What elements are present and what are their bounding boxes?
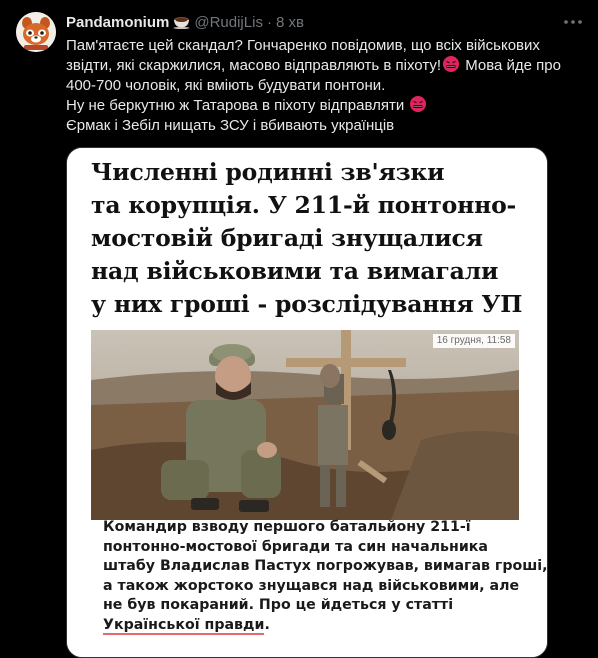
tweet[interactable]: Pandamonium @RudijLis · 8 хв Пам'ятаєте … xyxy=(0,0,598,658)
article-screenshot: Численні родинні зв'язки та корупція. У … xyxy=(67,148,548,657)
article-caption: Командир взводу першого батальйону 211-ї… xyxy=(103,518,548,635)
caption-line: Командир взводу першого батальйону 211-ї xyxy=(103,519,471,535)
headline-line: та корупція. У 211-й понтонно- xyxy=(91,191,517,219)
separator-dot: · xyxy=(266,13,272,31)
red-panda-avatar-icon xyxy=(16,12,56,52)
headline-line: Численні родинні зв'язки xyxy=(91,158,445,186)
tweet-text-line: Ну не беркутню ж Татарова в піхоту відпр… xyxy=(66,96,586,116)
tweet-header: Pandamonium @RudijLis · 8 хв xyxy=(66,12,304,32)
headline-line: у них гроші - розслідування УП xyxy=(91,290,523,318)
caption-line: штабу Владислав Пастух погрожував, вимаг… xyxy=(103,558,548,574)
tweet-text-line: звідти, які скаржилися, масово відправля… xyxy=(66,56,561,74)
user-handle[interactable]: @RudijLis xyxy=(194,14,263,31)
headline-line: мостовій бригаді знущалися xyxy=(91,224,483,252)
display-name[interactable]: Pandamonium xyxy=(66,14,169,31)
angry-face-emoji-icon xyxy=(410,96,427,112)
caption-line: Української правди. xyxy=(103,616,270,635)
article-headline: Численні родинні зв'язки та корупція. У … xyxy=(91,156,531,321)
timestamp[interactable]: 8 хв xyxy=(276,14,304,31)
article-photo: 16 грудня, 11:58 xyxy=(91,330,519,520)
caption-line: понтонно-мостової бригади та син начальн… xyxy=(103,538,488,555)
more-options-button[interactable] xyxy=(562,12,584,32)
caption-line: не був покараний. Про це йдеться у статт… xyxy=(103,597,454,613)
caption-line: а також жорстоко знущався над військовим… xyxy=(103,577,520,594)
article-dateline: 16 грудня, 11:58 xyxy=(432,334,515,348)
attached-image[interactable]: Численні родинні зв'язки та корупція. У … xyxy=(66,147,548,658)
angry-face-emoji-icon xyxy=(443,56,460,72)
headline-line: над військовими та вимагали xyxy=(91,257,499,285)
source-link: Української правди xyxy=(103,616,265,635)
more-dots-icon xyxy=(564,20,582,24)
tweet-text-line: 400-700 чоловік, які вміють будувати пон… xyxy=(66,77,386,94)
soldier-photo-illustration xyxy=(91,330,519,520)
tweet-text-line: Пам'ятаєте цей скандал? Гончаренко повід… xyxy=(66,37,540,54)
tweet-text: Пам'ятаєте цей скандал? Гончаренко повід… xyxy=(66,36,586,136)
avatar[interactable] xyxy=(16,12,56,52)
cup-emoji-icon xyxy=(173,17,190,29)
tweet-text-line: Єрмак і Зебіл нищать ЗСУ і вбивають укра… xyxy=(66,117,395,134)
